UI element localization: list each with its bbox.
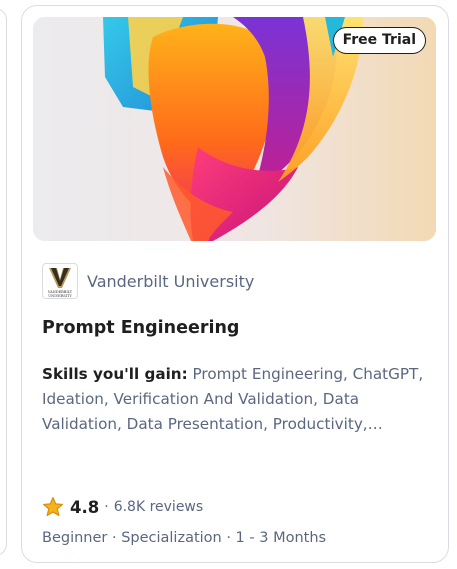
skills-description: Skills you'll gain: Prompt Engineering, … [42, 362, 434, 437]
partner-name[interactable]: Vanderbilt University [87, 272, 254, 291]
course-card[interactable]: Free Trial VANDERBILT UNIVERSITY Vanderb… [21, 5, 449, 563]
rating-value: 4.8 [70, 497, 100, 517]
review-count: 6.8K reviews [113, 499, 204, 515]
rating-row: 4.8 · 6.8K reviews [42, 496, 203, 518]
previous-card-edge[interactable] [0, 8, 7, 556]
course-title[interactable]: Prompt Engineering [42, 318, 239, 338]
page: Free Trial VANDERBILT UNIVERSITY Vanderb… [0, 0, 457, 569]
vanderbilt-logo: VANDERBILT UNIVERSITY [42, 263, 78, 299]
course-meta: Beginner · Specialization · 1 - 3 Months [42, 530, 327, 546]
vanderbilt-v-logo-icon [49, 268, 71, 288]
star-icon [43, 497, 63, 517]
course-image[interactable]: Free Trial [33, 17, 436, 241]
partner-row: VANDERBILT UNIVERSITY Vanderbilt Univers… [42, 263, 254, 299]
logo-text: VANDERBILT UNIVERSITY [47, 290, 73, 298]
skills-label: Skills you'll gain: [42, 365, 188, 383]
separator: · [104, 499, 109, 515]
free-trial-badge: Free Trial [332, 27, 426, 54]
